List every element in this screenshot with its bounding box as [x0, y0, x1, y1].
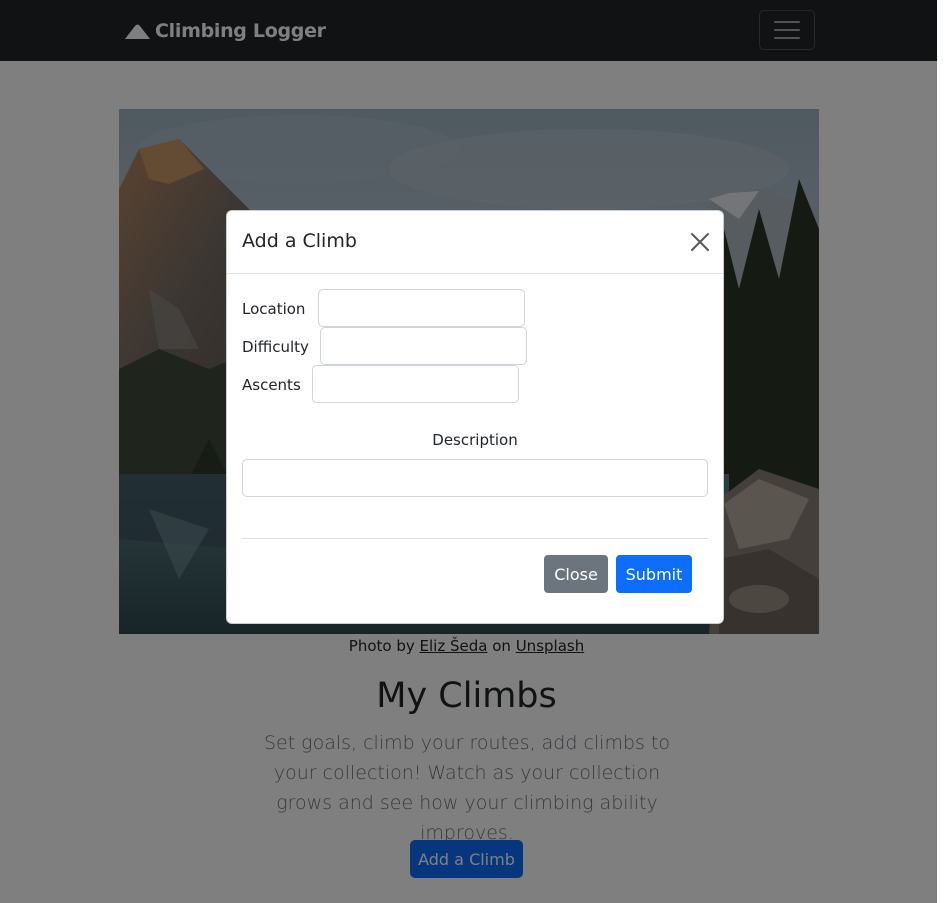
close-button[interactable]: Close: [544, 555, 608, 593]
submit-button[interactable]: Submit: [616, 555, 692, 593]
modal-close-button[interactable]: [687, 229, 713, 255]
scrollbar-track: [937, 0, 948, 903]
modal-footer-divider: [242, 538, 708, 539]
ascents-label: Ascents: [242, 376, 301, 394]
close-icon: [691, 233, 709, 251]
ascents-input[interactable]: [312, 365, 519, 403]
difficulty-label: Difficulty: [242, 338, 309, 356]
location-label: Location: [242, 300, 306, 318]
description-label: Description: [432, 431, 518, 449]
location-input[interactable]: [318, 289, 525, 327]
difficulty-input[interactable]: [320, 327, 527, 365]
description-input[interactable]: [242, 459, 708, 497]
add-climb-modal: Add a Climb Location Difficulty Ascents …: [226, 210, 724, 624]
modal-header: Add a Climb: [227, 211, 723, 274]
modal-title: Add a Climb: [242, 230, 357, 252]
